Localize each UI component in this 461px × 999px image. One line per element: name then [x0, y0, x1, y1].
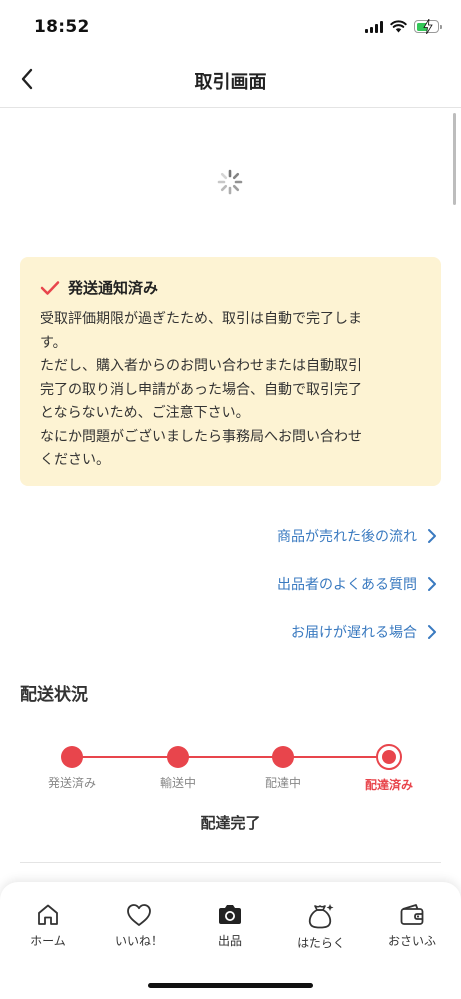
tracker-step-shipped: 発送済み — [27, 746, 117, 791]
tracker-step-out-for-delivery: 配達中 — [238, 746, 328, 791]
heart-icon — [127, 904, 151, 926]
step-dot — [61, 746, 83, 768]
notice-body: 受取評価期限が過ぎたため、取引は自動で完了しま す。 ただし、購入者からのお問い… — [40, 311, 362, 468]
tab-label: おさいふ — [387, 934, 436, 948]
tab-likes[interactable]: いいね！ — [93, 902, 185, 949]
signal-icon — [365, 20, 383, 33]
help-link-label: 出品者のよくある質問 — [277, 577, 417, 593]
step-dot — [272, 746, 294, 768]
tab-label: はたらく — [297, 936, 345, 950]
shipping-notice: 発送通知済み 受取評価期限が過ぎたため、取引は自動で完了しま す。 ただし、購入… — [20, 257, 441, 486]
bottom-tab-bar: ホーム いいね！ 出品 はたらく おさいふ — [0, 882, 461, 999]
tracker-step-in-transit: 輸送中 — [133, 746, 223, 791]
wifi-icon — [390, 20, 407, 33]
delivery-status-text: 配達完了 — [200, 814, 261, 832]
home-indicator — [148, 983, 313, 988]
scroll-indicator[interactable] — [453, 113, 456, 205]
link-delivery-delay[interactable]: お届けが遅れる場合 — [137, 608, 437, 656]
status-icons — [365, 19, 442, 34]
money-bag-icon — [308, 904, 334, 929]
tab-label: ホーム — [30, 934, 66, 948]
battery-icon — [414, 19, 442, 34]
home-icon — [38, 904, 58, 925]
status-time: 18:52 — [34, 17, 90, 37]
step-label: 輸送中 — [159, 776, 196, 790]
chevron-right-icon — [428, 625, 436, 639]
tracker-step-delivered: 配達済み — [344, 744, 434, 793]
chevron-right-icon — [428, 529, 436, 543]
tracker-progress-line — [72, 756, 389, 758]
tab-work[interactable]: はたらく — [275, 902, 367, 951]
tab-label: いいね！ — [114, 934, 163, 948]
divider — [20, 862, 441, 863]
checkmark-icon — [40, 280, 60, 295]
link-seller-faq[interactable]: 出品者のよくある質問 — [137, 560, 437, 608]
step-label: 配達中 — [264, 776, 301, 790]
tab-wallet[interactable]: おさいふ — [366, 902, 458, 949]
help-link-label: 商品が売れた後の流れ — [277, 529, 417, 545]
help-link-label: お届けが遅れる場合 — [291, 625, 417, 641]
step-dot-current — [376, 744, 402, 770]
tab-home[interactable]: ホーム — [2, 902, 94, 949]
notice-header: 発送通知済み — [40, 277, 421, 298]
status-bar: 18:52 — [0, 0, 461, 52]
notice-title: 発送通知済み — [68, 279, 159, 297]
tab-label: 出品 — [217, 934, 242, 948]
delivery-section-title: 配送状況 — [20, 685, 88, 705]
wallet-icon — [400, 904, 424, 925]
chevron-right-icon — [428, 577, 436, 591]
step-label: 発送済み — [47, 776, 96, 790]
camera-icon — [219, 905, 241, 924]
link-after-sale-flow[interactable]: 商品が売れた後の流れ — [137, 512, 437, 560]
step-label-current: 配達済み — [364, 778, 413, 792]
loading-spinner-icon — [217, 169, 243, 195]
help-links: 商品が売れた後の流れ 出品者のよくある質問 お届けが遅れる場合 — [137, 512, 437, 656]
nav-header: 取引画面 — [0, 52, 461, 108]
page-title: 取引画面 — [194, 72, 267, 93]
step-dot — [167, 746, 189, 768]
delivery-tracker: 発送済み 輸送中 配達中 配達済み — [20, 740, 441, 800]
tab-sell[interactable]: 出品 — [184, 902, 276, 949]
